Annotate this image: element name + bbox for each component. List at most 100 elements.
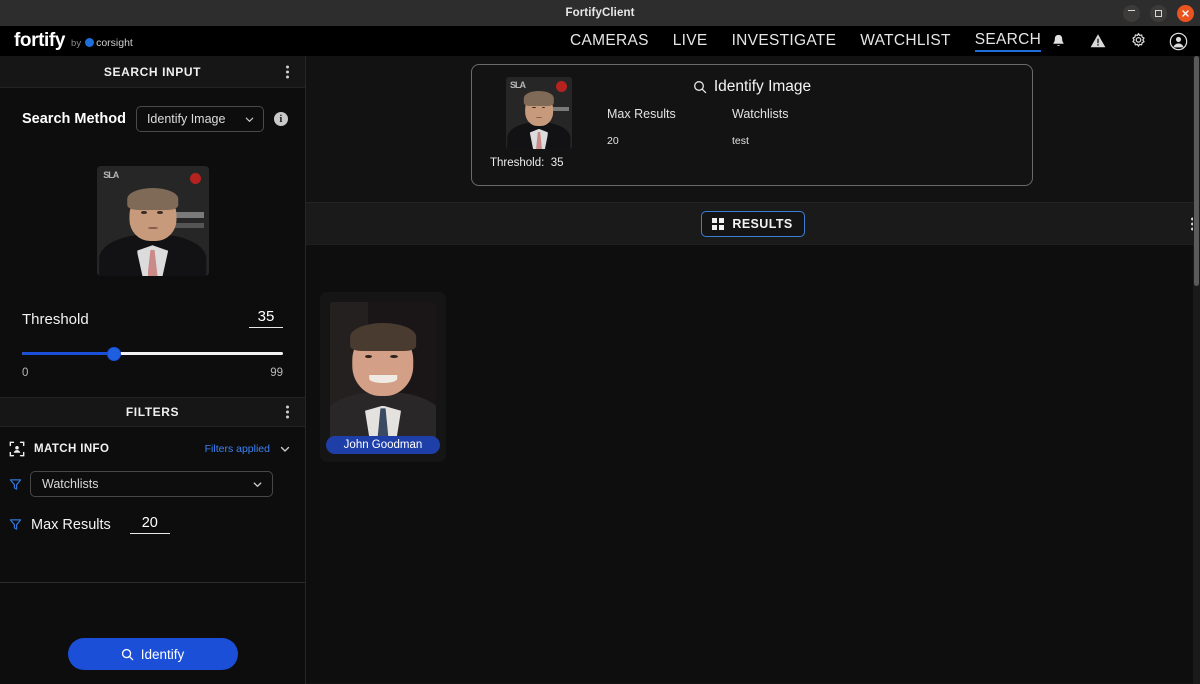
summary-threshold-value: 35 [550,157,564,169]
summary-field-label: Max Results [607,107,676,121]
result-photo [330,302,436,442]
max-results-filter-row: Max Results 20 [0,497,305,534]
max-results-label: Max Results [31,516,111,533]
threshold-input[interactable]: 35 [249,308,283,328]
brand-name: fortify [14,30,66,51]
chevron-down-icon [253,481,262,487]
watchlists-select[interactable]: Watchlists [30,471,273,497]
watchlists-value: Watchlists [42,477,99,491]
nav-item-search[interactable]: SEARCH [974,31,1042,52]
window-title: FortifyClient [565,7,635,19]
close-icon [1182,9,1189,17]
search-icon [121,648,134,660]
tab-results-label: RESULTS [732,216,793,231]
nav-item-cameras[interactable]: CAMERAS [570,32,649,51]
info-icon[interactable]: i [273,112,288,126]
nav-item-investigate[interactable]: INVESTIGATE [732,32,837,51]
account-icon[interactable] [1168,31,1188,51]
search-image-preview[interactable]: SLA [96,166,209,276]
summary-card-title-row: Identify Image [472,78,1032,96]
preview-photo: SLA [96,166,209,276]
results-tab-bar: RESULTS [306,203,1200,245]
slider-fill [22,352,115,355]
summary-field-max-results: Max Results 20 [607,107,732,147]
watchlists-filter-row: Watchlists [0,457,305,497]
identify-button[interactable]: Identify [67,638,238,670]
search-image-preview-wrap: SLA [0,166,305,276]
minimize-button[interactable] [1123,4,1140,22]
chevron-down-icon[interactable] [279,443,291,455]
corsight-dot-icon [85,38,95,47]
preview-hair [126,188,179,210]
slider-min-label: 0 [22,367,29,379]
result-name-label: John Goodman [343,439,423,451]
search-method-label: Search Method [22,111,126,127]
result-card[interactable]: John Goodman [320,292,446,462]
main-scrollbar[interactable] [1193,56,1200,684]
search-method-value: Identify Image [146,112,226,126]
main-content: SLA Threshold: 35 Identify Image Max Res… [306,56,1200,684]
brand-logo: fortify by corsight [0,30,133,52]
application-window: FortifyClient fortify by corsight CAMERA… [0,0,1200,684]
nav-menu: CAMERAS LIVE INVESTIGATE WATCHLIST SEARC… [570,26,1042,56]
search-input-sidebar: SEARCH INPUT Search Method Identify Imag… [0,56,306,684]
match-info-header[interactable]: MATCH INFO Filters applied [0,427,305,457]
filters-title: FILTERS [125,405,180,419]
threshold-label: Threshold [22,311,89,328]
slider-max-label: 99 [270,367,283,379]
summary-card-title: Identify Image [713,78,812,95]
summary-threshold-label: Threshold: [490,157,545,169]
nav-item-live[interactable]: LIVE [673,32,708,51]
result-name-badge: John Goodman [326,436,440,454]
nav-icon-group [1048,26,1188,56]
scrollbar-thumb[interactable] [1194,56,1199,286]
slider-thumb[interactable] [107,347,122,361]
preview-eye-left [141,211,147,214]
close-button[interactable] [1177,4,1194,22]
match-info-label: MATCH INFO [34,443,110,455]
filters-panel-header: FILTERS [0,397,305,427]
results-grid: John Goodman [306,245,1200,683]
search-summary-zone: SLA Threshold: 35 Identify Image Max Res… [306,56,1200,203]
identify-button-label: Identify [140,646,185,662]
maximize-button[interactable] [1150,4,1167,22]
face-detect-icon [9,441,25,457]
summary-field-value: 20 [607,135,619,147]
identify-button-wrap: Identify [0,638,305,670]
summary-field-label: Watchlists [732,107,789,121]
tab-results[interactable]: RESULTS [701,210,805,237]
summary-threshold: Threshold: 35 [490,157,564,169]
nav-item-watchlist[interactable]: WATCHLIST [860,32,951,51]
maximize-icon [1155,9,1162,17]
search-method-row: Search Method Identify Image i [0,88,305,132]
filters-overflow-menu-button[interactable] [286,405,289,419]
max-results-input[interactable]: 20 [129,515,170,534]
bell-icon[interactable] [1048,31,1068,51]
chevron-down-icon [245,117,254,122]
window-controls [1123,0,1194,26]
search-method-select[interactable]: Identify Image [135,106,264,132]
brand-by-label: by [71,38,82,49]
minimize-icon [1128,10,1135,11]
title-bar: FortifyClient [0,0,1200,26]
search-summary-card[interactable]: SLA Threshold: 35 Identify Image Max Res… [471,64,1033,186]
threshold-slider[interactable] [22,347,283,361]
preview-backdrop-logo: SLA [103,170,119,181]
gear-icon[interactable] [1128,31,1148,51]
filter-icon [9,478,22,490]
sidebar-panel-header: SEARCH INPUT [0,56,305,88]
sidebar-divider [0,582,305,583]
preview-backdrop-mark [189,172,201,184]
search-icon [693,81,707,94]
summary-mouth [536,116,543,119]
alert-icon[interactable] [1088,31,1108,51]
preview-eye-right [156,211,163,214]
filters-applied-label[interactable]: Filters applied [205,443,270,455]
top-navigation-bar: fortify by corsight CAMERAS LIVE INVESTI… [0,26,1200,56]
grid-icon [712,217,725,230]
sidebar-overflow-menu-button[interactable] [286,65,289,78]
summary-field-value: test [732,135,749,147]
summary-card-fields: Max Results 20 Watchlists test [607,107,789,147]
slider-range-labels: 0 99 [22,367,283,379]
filter-icon [9,519,22,530]
